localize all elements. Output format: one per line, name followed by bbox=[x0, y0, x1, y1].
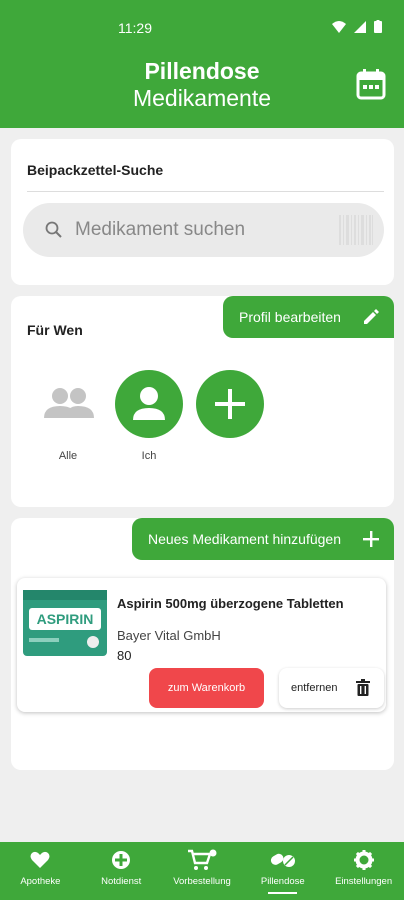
plus-icon bbox=[363, 531, 379, 547]
group-avatar bbox=[34, 370, 102, 438]
emergency-icon bbox=[112, 851, 131, 869]
gear-icon bbox=[353, 850, 374, 870]
remove-button[interactable]: entfernen bbox=[279, 668, 384, 708]
header-title: Pillendose Medikamente bbox=[0, 58, 404, 112]
search-section-title: Beipackzettel-Suche bbox=[27, 162, 164, 178]
for-whom-title: Für Wen bbox=[27, 322, 83, 338]
remove-label: entfernen bbox=[291, 682, 338, 694]
app-header: 11:29 Pillendose Medikamente bbox=[0, 0, 404, 128]
add-medication-button[interactable]: Neues Medikament hinzufügen bbox=[132, 518, 394, 560]
nav-label: Einstellungen bbox=[335, 876, 393, 887]
heart-icon bbox=[30, 851, 50, 868]
medication-item[interactable]: ASPIRIN Aspirin 500mg überzogene Tablett… bbox=[17, 578, 386, 712]
medication-image: ASPIRIN bbox=[23, 590, 107, 656]
trash-icon bbox=[356, 679, 370, 696]
group-icon bbox=[44, 388, 94, 418]
nav-label: Pillendose bbox=[260, 876, 305, 887]
pills-icon bbox=[270, 853, 295, 867]
signal-icon bbox=[354, 20, 366, 33]
add-profile-circle bbox=[196, 370, 264, 438]
pencil-icon bbox=[364, 309, 379, 324]
wifi-icon bbox=[332, 20, 346, 33]
medication-quantity: 80 bbox=[117, 648, 132, 663]
person-icon bbox=[133, 387, 165, 420]
nav-item-pillendose[interactable]: Pillendose bbox=[242, 842, 323, 900]
bottom-navigation: Apotheke Notdienst Vorbestellung Pillend… bbox=[0, 842, 404, 900]
profile-me[interactable]: Ich bbox=[115, 370, 183, 462]
profile-label: Alle bbox=[58, 450, 78, 462]
nav-item-apotheke[interactable]: Apotheke bbox=[0, 842, 81, 900]
nav-item-einstellungen[interactable]: Einstellungen bbox=[323, 842, 404, 900]
add-profile-button[interactable] bbox=[196, 370, 264, 438]
nav-label: Vorbestellung bbox=[173, 876, 231, 887]
battery-icon bbox=[374, 20, 382, 33]
medication-image-brand: ASPIRIN bbox=[37, 611, 94, 627]
nav-label: Notdienst bbox=[101, 876, 142, 887]
plus-icon bbox=[215, 389, 245, 419]
status-bar: 11:29 bbox=[0, 0, 404, 56]
avatar bbox=[115, 370, 183, 438]
profile-label: Ich bbox=[141, 450, 157, 462]
status-time: 11:29 bbox=[118, 20, 152, 36]
active-indicator bbox=[268, 892, 298, 894]
calendar-icon[interactable] bbox=[356, 68, 386, 100]
for-whom-card: Profil bearbeiten Für Wen Alle Ich bbox=[11, 296, 394, 507]
barcode-scan-icon[interactable] bbox=[338, 215, 374, 245]
search-placeholder: Medikament suchen bbox=[75, 219, 246, 240]
nav-item-notdienst[interactable]: Notdienst bbox=[81, 842, 162, 900]
status-icons bbox=[332, 20, 382, 33]
medication-manufacturer: Bayer Vital GmbH bbox=[117, 628, 221, 643]
search-input[interactable]: Medikament suchen bbox=[23, 203, 384, 257]
medications-card: Neues Medikament hinzufügen ASPIRIN Aspi… bbox=[11, 518, 394, 770]
nav-item-vorbestellung[interactable]: Vorbestellung bbox=[162, 842, 243, 900]
add-to-cart-button[interactable]: zum Warenkorb bbox=[149, 668, 264, 708]
nav-label: Apotheke bbox=[20, 876, 61, 887]
add-medication-label: Neues Medikament hinzufügen bbox=[148, 531, 342, 547]
page-subtitle: Medikamente bbox=[132, 85, 272, 111]
divider bbox=[27, 191, 384, 192]
search-icon bbox=[45, 221, 62, 238]
cart-icon bbox=[187, 849, 217, 870]
profile-all[interactable]: Alle bbox=[34, 370, 102, 462]
medication-name: Aspirin 500mg überzogene Tabletten bbox=[117, 596, 344, 611]
edit-profile-button[interactable]: Profil bearbeiten bbox=[223, 296, 394, 338]
edit-profile-label: Profil bearbeiten bbox=[239, 309, 341, 325]
search-card: Beipackzettel-Suche Medikament suchen bbox=[11, 139, 394, 285]
page-title: Pillendose bbox=[144, 58, 260, 84]
